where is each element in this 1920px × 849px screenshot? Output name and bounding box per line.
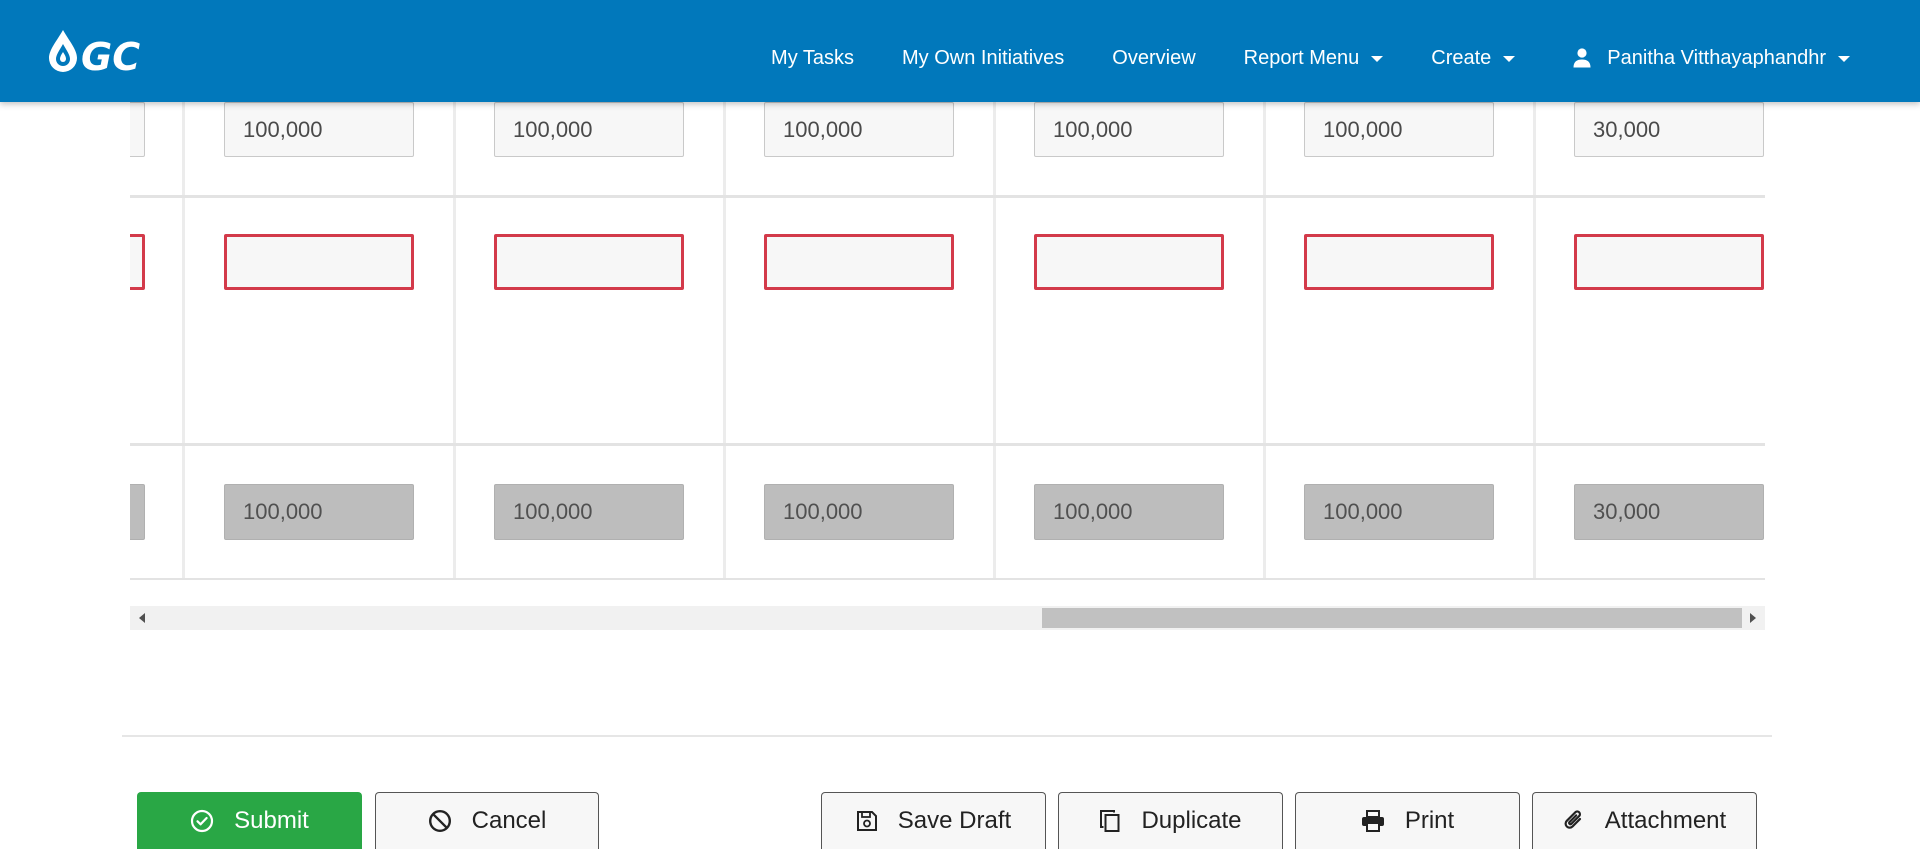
cell-value: 100,000 <box>513 116 593 142</box>
attachment-label: Attachment <box>1604 807 1727 834</box>
cancel-label: Cancel <box>471 807 547 834</box>
table-cell-input-readonly: 100,000 <box>224 484 414 540</box>
cell-value: 30,000 <box>1593 116 1661 142</box>
table-cell-input-readonly <box>130 484 145 540</box>
scroll-right-arrow-icon[interactable] <box>1750 613 1756 623</box>
duplicate-button[interactable]: Duplicate <box>1058 792 1283 849</box>
table-cell-input-error[interactable] <box>224 234 414 290</box>
data-table: 100,000 100,000 100,000 100,000 100,000 … <box>130 102 1765 580</box>
table-cell-input-readonly: 100,000 <box>494 484 684 540</box>
save-icon <box>856 810 878 832</box>
table-cell-input[interactable] <box>130 102 145 157</box>
horizontal-scrollbar[interactable] <box>130 606 1765 630</box>
table-cell-input-error[interactable] <box>1034 234 1224 290</box>
table-cell-input[interactable]: 100,000 <box>1034 102 1224 157</box>
nav-report-menu-label: Report Menu <box>1243 47 1360 69</box>
table-cell-input-error[interactable] <box>764 234 954 290</box>
column-divider <box>1533 102 1536 580</box>
nav-overview[interactable]: Overview <box>1112 46 1195 70</box>
nav-create-label: Create <box>1431 47 1492 69</box>
print-button[interactable]: Print <box>1295 792 1520 849</box>
check-circle-icon <box>190 809 214 833</box>
table-cell-input-readonly: 100,000 <box>1034 484 1224 540</box>
table-cell-input-error[interactable] <box>1304 234 1494 290</box>
save-draft-label: Save Draft <box>897 807 1012 834</box>
table-cell-input[interactable]: 100,000 <box>1304 102 1494 157</box>
column-divider <box>723 102 726 580</box>
cell-value: 100,000 <box>1053 499 1133 524</box>
table-cell-input-error[interactable] <box>130 234 145 290</box>
save-draft-button[interactable]: Save Draft <box>821 792 1046 849</box>
nav-my-own-initiatives[interactable]: My Own Initiatives <box>902 46 1064 70</box>
row-divider <box>130 443 1765 446</box>
cell-value: 100,000 <box>1053 116 1133 142</box>
column-divider <box>1263 102 1266 580</box>
cell-value: 100,000 <box>243 116 323 142</box>
table-cell-input[interactable]: 100,000 <box>494 102 684 157</box>
submit-button[interactable]: Submit <box>137 792 362 849</box>
nav-my-tasks[interactable]: My Tasks <box>771 46 854 70</box>
nav-overview-label: Overview <box>1112 47 1196 69</box>
duplicate-label: Duplicate <box>1141 807 1242 834</box>
cell-value: 30,000 <box>1593 499 1661 524</box>
attachment-button[interactable]: Attachment <box>1532 792 1757 849</box>
cell-value: 100,000 <box>1323 116 1403 142</box>
column-divider <box>993 102 996 580</box>
main-nav: My Tasks My Own Initiatives Overview Rep… <box>771 0 1920 102</box>
table-cell-input[interactable]: 30,000 <box>1574 102 1764 157</box>
column-divider <box>182 102 185 580</box>
nav-my-own-initiatives-label: My Own Initiatives <box>902 47 1065 69</box>
table-cell-input[interactable]: 100,000 <box>224 102 414 157</box>
nav-create[interactable]: Create <box>1431 46 1516 70</box>
print-label: Print <box>1404 807 1455 834</box>
nav-user-menu[interactable]: Panitha Vitthayaphandhr <box>1573 46 1850 70</box>
table-cell-input-readonly: 30,000 <box>1574 484 1764 540</box>
user-name: Panitha Vitthayaphandhr <box>1607 47 1826 69</box>
cell-value: 100,000 <box>783 116 863 142</box>
paperclip-icon <box>1563 809 1585 833</box>
gc-logo[interactable]: GC <box>47 28 181 76</box>
ban-icon <box>428 809 452 833</box>
svg-text:GC: GC <box>81 35 140 76</box>
top-navbar: GC My Tasks My Own Initiatives Overview … <box>0 0 1920 102</box>
chevron-down-icon <box>1838 55 1850 62</box>
table-cell-input-readonly: 100,000 <box>1304 484 1494 540</box>
scrollbar-thumb[interactable] <box>1042 608 1742 628</box>
submit-label: Submit <box>234 807 309 834</box>
row-divider <box>130 578 1765 580</box>
copy-icon <box>1099 809 1121 833</box>
nav-report-menu[interactable]: Report Menu <box>1244 46 1384 70</box>
table-cell-input-error[interactable] <box>1574 234 1764 290</box>
nav-my-tasks-label: My Tasks <box>771 47 855 69</box>
cell-value: 100,000 <box>513 499 593 524</box>
table-cell-input-error[interactable] <box>494 234 684 290</box>
chevron-down-icon <box>1371 55 1384 62</box>
cell-value: 100,000 <box>783 499 863 524</box>
table-cell-input-readonly: 100,000 <box>764 484 954 540</box>
scroll-left-arrow-icon[interactable] <box>139 613 145 623</box>
row-divider <box>130 195 1765 198</box>
cell-value: 100,000 <box>243 499 323 524</box>
divider <box>122 735 1772 737</box>
chevron-down-icon <box>1503 55 1516 62</box>
table-cell-input[interactable]: 100,000 <box>764 102 954 157</box>
user-icon <box>1573 48 1591 68</box>
cell-value: 100,000 <box>1323 499 1403 524</box>
cancel-button[interactable]: Cancel <box>375 792 599 849</box>
column-divider <box>453 102 456 580</box>
print-icon <box>1361 810 1385 832</box>
